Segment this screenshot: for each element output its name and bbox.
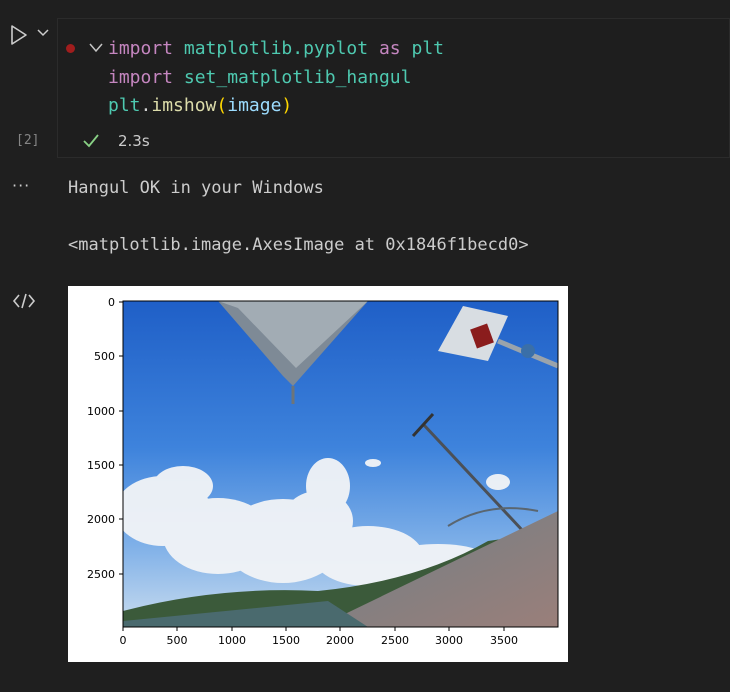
image-output: 0 500 1000 1500 2000 2500 0 500 1000 150… — [68, 286, 568, 662]
bracket-token: ) — [281, 95, 293, 116]
x-tick-label: 2000 — [326, 634, 354, 647]
bracket-token: ( — [216, 95, 228, 116]
photo-image — [123, 301, 558, 627]
x-tick-label: 1500 — [272, 634, 300, 647]
variable-token: plt — [108, 95, 141, 116]
execution-time: 2.3s — [118, 132, 150, 150]
breakpoint-icon[interactable] — [66, 44, 75, 53]
check-icon — [83, 134, 99, 148]
chevron-down-icon[interactable] — [36, 28, 50, 38]
output-line-1: Hangul OK in your Windows — [68, 178, 324, 198]
y-tick-label: 1000 — [87, 405, 115, 418]
code-icon[interactable] — [12, 291, 36, 311]
keyword-token: as — [378, 38, 401, 59]
y-tick-label: 500 — [94, 350, 115, 363]
x-tick-label: 3500 — [490, 634, 518, 647]
output-more-actions-button[interactable]: ··· — [12, 176, 30, 195]
output-line-2: <matplotlib.image.AxesImage at 0x1846f1b… — [68, 235, 529, 255]
module-token: matplotlib.pyplot — [183, 38, 369, 59]
chevron-down-icon[interactable] — [88, 41, 104, 55]
x-tick-label: 0 — [120, 634, 127, 647]
code-line-2: import set_matplotlib_hangul — [108, 64, 444, 93]
alias-token: plt — [411, 38, 444, 59]
dot-token: . — [140, 95, 152, 116]
y-tick-label: 0 — [108, 296, 115, 309]
y-tick-label: 2000 — [87, 513, 115, 526]
x-tick-label: 2500 — [381, 634, 409, 647]
variable-token: image — [227, 95, 282, 116]
imshow-figure: 0 500 1000 1500 2000 2500 0 500 1000 150… — [87, 296, 559, 647]
code-line-3: plt.imshow(image) — [108, 92, 444, 121]
keyword-token: import — [108, 38, 174, 59]
x-tick-label: 500 — [167, 634, 188, 647]
keyword-token: import — [108, 66, 174, 88]
y-tick-label: 1500 — [87, 459, 115, 472]
code-block[interactable]: import matplotlib.pyplot as plt import se… — [108, 35, 444, 121]
y-tick-label: 2500 — [87, 568, 115, 581]
x-tick-label: 1000 — [218, 634, 246, 647]
code-line-1: import matplotlib.pyplot as plt — [108, 35, 444, 64]
function-token: imshow — [151, 95, 217, 116]
execution-count: [2] — [16, 133, 40, 148]
module-token: set_matplotlib_hangul — [183, 66, 412, 88]
run-cell-icon[interactable] — [8, 24, 30, 46]
x-tick-label: 3000 — [435, 634, 463, 647]
